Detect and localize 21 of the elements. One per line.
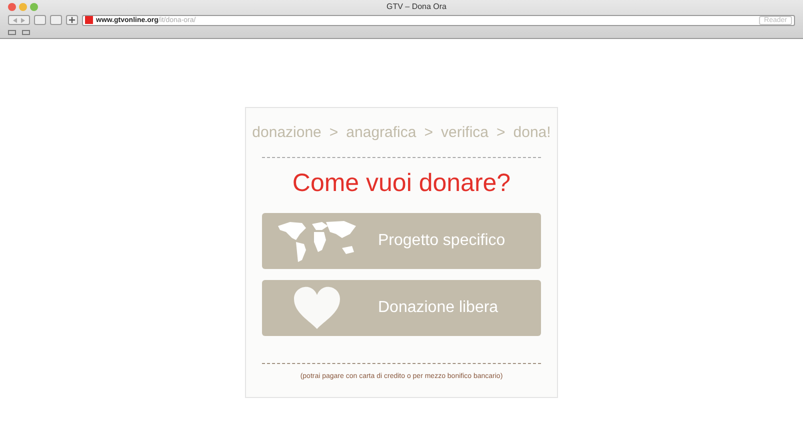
breadcrumb-step: dona! bbox=[513, 122, 551, 144]
breadcrumb-step: verifica bbox=[441, 122, 489, 144]
breadcrumb-step: anagrafica bbox=[346, 122, 416, 144]
breadcrumb-step: > bbox=[424, 122, 433, 144]
donation-option-button[interactable]: Progetto specifico bbox=[262, 212, 541, 269]
back-icon bbox=[13, 18, 17, 22]
new-tab-button[interactable] bbox=[66, 15, 78, 25]
breadcrumb-step: > bbox=[329, 122, 338, 144]
minimize-icon[interactable] bbox=[19, 3, 27, 11]
site-logo-icon bbox=[85, 16, 93, 24]
zoom-icon[interactable] bbox=[30, 3, 38, 11]
heading: Come vuoi donare? bbox=[292, 168, 511, 198]
forward-icon bbox=[21, 18, 25, 22]
window-title: GTV – Dona Ora bbox=[385, 3, 448, 11]
breadcrumb-step: donazione bbox=[252, 122, 322, 144]
heart-icon bbox=[292, 284, 342, 331]
donation-option-button[interactable]: Donazione libera bbox=[262, 280, 541, 336]
close-icon[interactable] bbox=[8, 3, 16, 11]
back-forward-button[interactable] bbox=[8, 15, 30, 25]
plus-icon bbox=[69, 17, 75, 23]
breadcrumb-step: > bbox=[496, 122, 506, 144]
